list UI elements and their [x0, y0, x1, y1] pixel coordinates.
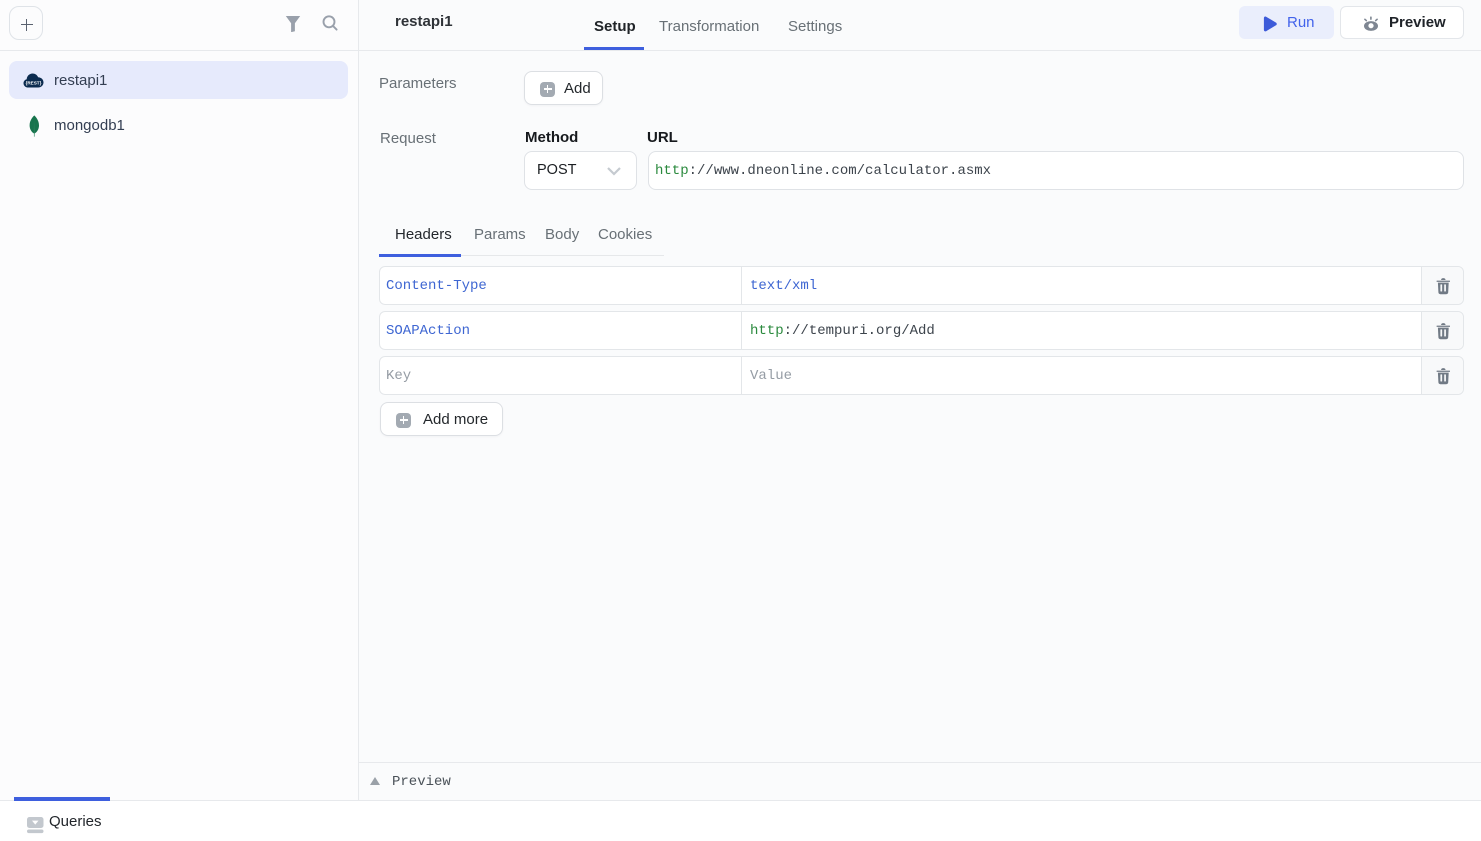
svg-text:{REST}: {REST}	[26, 80, 42, 85]
